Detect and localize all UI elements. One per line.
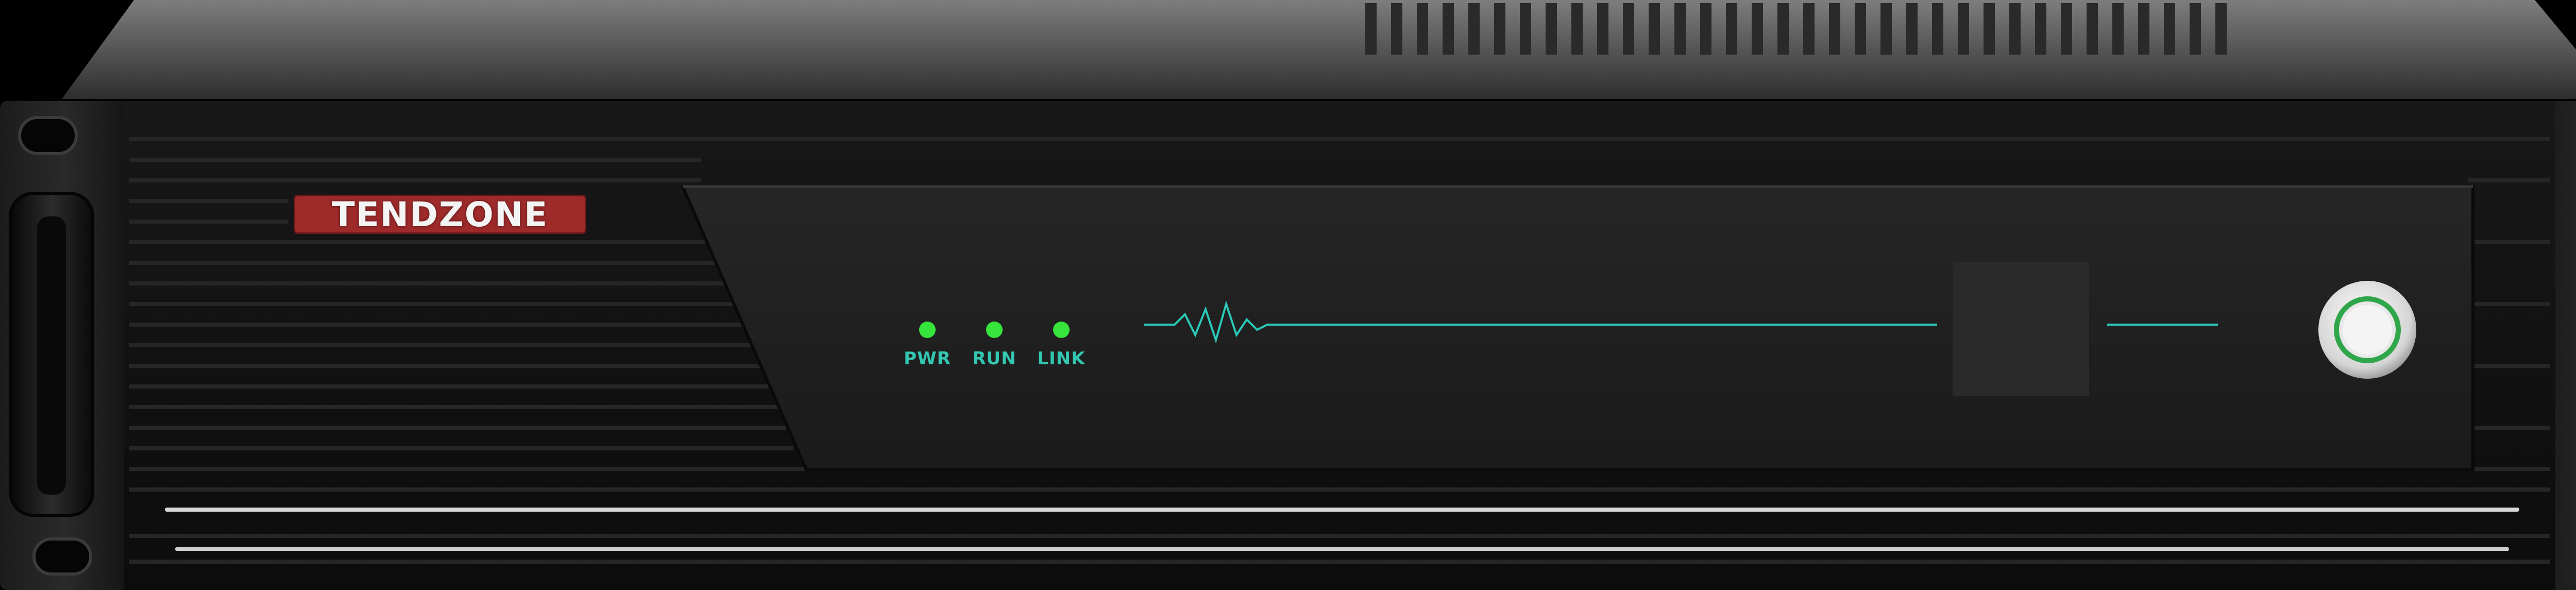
- pwr-label: PWR: [904, 348, 951, 369]
- link-led: [1053, 322, 1070, 338]
- run-label: RUN: [972, 348, 1016, 369]
- link-label: LINK: [1037, 348, 1086, 369]
- run-led: [986, 322, 1003, 338]
- power-button[interactable]: [2311, 273, 2424, 386]
- pwr-led: [919, 322, 936, 338]
- indicator-leds: [919, 322, 1070, 338]
- front-accents: [1144, 262, 2218, 396]
- brand-logo: TENDZONE: [294, 195, 586, 234]
- display-window: [1953, 262, 2089, 396]
- waveform-line: [1144, 300, 1937, 344]
